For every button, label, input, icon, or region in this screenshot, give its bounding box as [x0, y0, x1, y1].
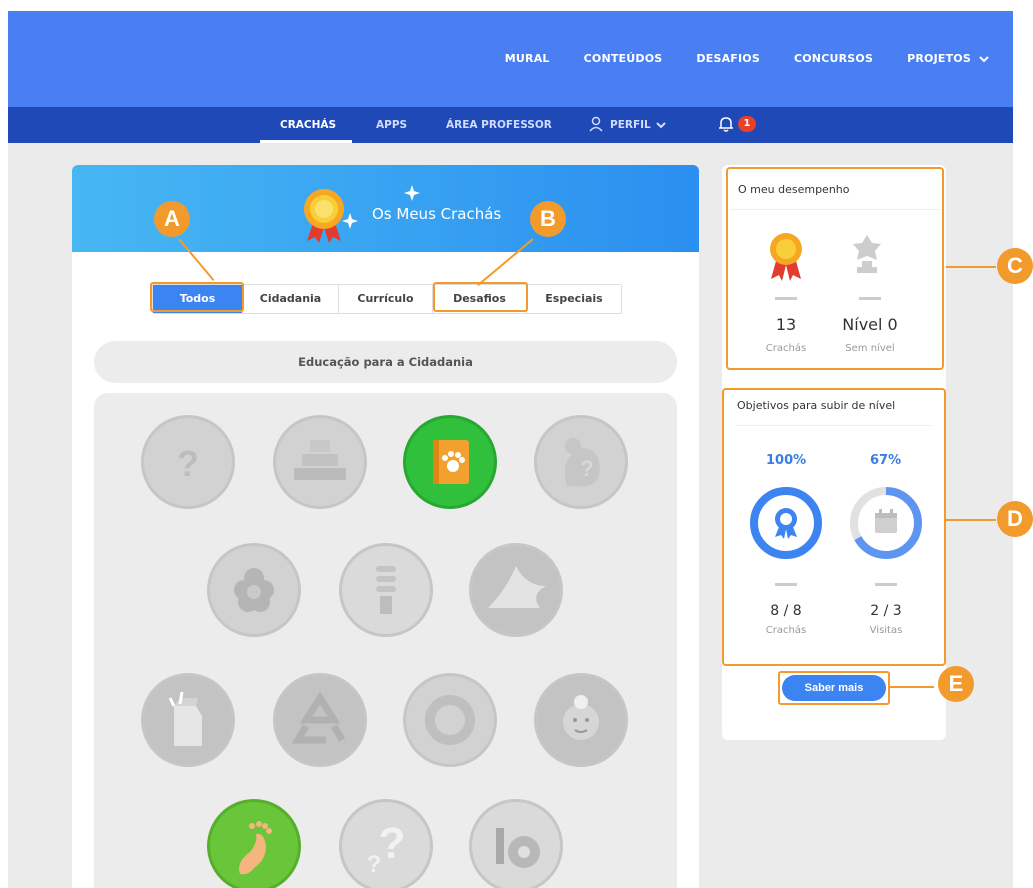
- question-pair-badge-icon[interactable]: ??: [339, 799, 433, 888]
- divider: [736, 425, 932, 426]
- svg-text:?: ?: [379, 819, 406, 868]
- performance-title: O meu desempenho: [738, 183, 850, 196]
- refresh-badge-icon[interactable]: [403, 673, 497, 767]
- medal-icon: [770, 233, 802, 281]
- svg-text:?: ?: [367, 851, 382, 878]
- nav-desafios[interactable]: DESAFIOS: [696, 52, 760, 65]
- marker-e: E: [938, 666, 974, 702]
- tab-curriculo[interactable]: Currículo: [339, 285, 433, 313]
- section-header: Educação para a Cidadania: [94, 341, 677, 383]
- subnav-area-professor[interactable]: ÁREA PROFESSOR: [446, 119, 552, 131]
- connector-line: [946, 519, 996, 521]
- subnav-perfil[interactable]: PERFIL: [610, 119, 651, 131]
- marker-b: B: [530, 201, 566, 237]
- performance-panel: [726, 167, 944, 370]
- nav-projetos-label: PROJETOS: [907, 52, 971, 65]
- mouse-question-badge-icon[interactable]: ?: [534, 415, 628, 509]
- visits-progress-label: Visitas: [869, 625, 903, 636]
- level-value: Nível 0: [842, 315, 898, 334]
- badge-grid: ? ? ? ?: [94, 393, 677, 888]
- svg-text:?: ?: [580, 456, 593, 481]
- level-label: Sem nível: [845, 343, 895, 354]
- subnav-crachas[interactable]: CRACHÁS: [280, 119, 336, 131]
- subnav-apps[interactable]: APPS: [376, 119, 407, 131]
- badges-percentage: 100%: [766, 453, 807, 468]
- badges-progress-value: 8 / 8: [770, 603, 802, 619]
- top-nav-menu: MURAL CONTEÚDOS DESAFIOS CONCURSOS PROJE…: [505, 52, 989, 65]
- divider: [875, 583, 897, 586]
- divider: [775, 583, 797, 586]
- trophy-icon: [853, 235, 881, 273]
- connector-line: [888, 686, 934, 688]
- divider: [859, 297, 881, 300]
- tab-cidadania[interactable]: Cidadania: [243, 285, 339, 313]
- kid-face-badge-icon[interactable]: [534, 673, 628, 767]
- divider: [775, 297, 797, 300]
- nav-mural[interactable]: MURAL: [505, 52, 550, 65]
- badges-progress-label: Crachás: [765, 625, 807, 636]
- notification-badge: 1: [738, 116, 756, 132]
- visits-percentage: 67%: [870, 453, 902, 468]
- badges-label: Crachás: [765, 343, 807, 354]
- visits-progress-value: 2 / 3: [870, 603, 902, 619]
- marker-c: C: [997, 248, 1033, 284]
- top-navbar: MURAL CONTEÚDOS DESAFIOS CONCURSOS PROJE…: [8, 11, 1013, 107]
- lightbulb-badge-icon[interactable]: [339, 543, 433, 637]
- bricks-badge-icon[interactable]: [273, 415, 367, 509]
- saber-mais-button[interactable]: Saber mais: [782, 675, 886, 701]
- nav-conteudos[interactable]: CONTEÚDOS: [584, 52, 663, 65]
- recycle-badge-icon[interactable]: [273, 673, 367, 767]
- question-badge-icon[interactable]: ?: [141, 415, 235, 509]
- visits-progress-ring: [850, 487, 922, 559]
- chevron-down-icon: [656, 122, 666, 129]
- paw-book-badge-icon[interactable]: [403, 415, 497, 509]
- banana-peel-badge-icon[interactable]: [469, 543, 563, 637]
- bell-icon[interactable]: [718, 115, 734, 133]
- svg-text:?: ?: [177, 443, 199, 484]
- divider: [730, 209, 940, 210]
- flower-badge-icon[interactable]: [207, 543, 301, 637]
- footprint-badge-icon[interactable]: [207, 799, 301, 888]
- highlight-desafios-tab: [433, 282, 528, 312]
- active-tab-underline: [260, 140, 352, 143]
- badges-card: Os Meus Crachás Todos Cidadania Currícul…: [72, 165, 699, 888]
- badges-progress-ring: [750, 487, 822, 559]
- marker-a: A: [154, 201, 190, 237]
- banner-title: Os Meus Crachás: [372, 205, 502, 223]
- user-icon: [589, 116, 603, 132]
- app-frame: MURAL CONTEÚDOS DESAFIOS CONCURSOS PROJE…: [8, 11, 1013, 888]
- marker-d: D: [997, 501, 1033, 537]
- chevron-down-icon: [979, 56, 989, 63]
- highlight-todos-tab: [150, 282, 244, 312]
- medal-icon: [304, 189, 344, 243]
- nav-projetos[interactable]: PROJETOS: [907, 52, 989, 65]
- connector-line: [946, 266, 996, 268]
- objectives-title: Objetivos para subir de nível: [737, 399, 896, 412]
- sub-navbar: CRACHÁS APPS ÁREA PROFESSOR PERFIL: [8, 107, 1013, 143]
- badges-count: 13: [775, 315, 797, 334]
- nav-concursos[interactable]: CONCURSOS: [794, 52, 873, 65]
- tab-especiais[interactable]: Especiais: [527, 285, 621, 313]
- gear-pencil-badge-icon[interactable]: [469, 799, 563, 888]
- milk-carton-badge-icon[interactable]: [141, 673, 235, 767]
